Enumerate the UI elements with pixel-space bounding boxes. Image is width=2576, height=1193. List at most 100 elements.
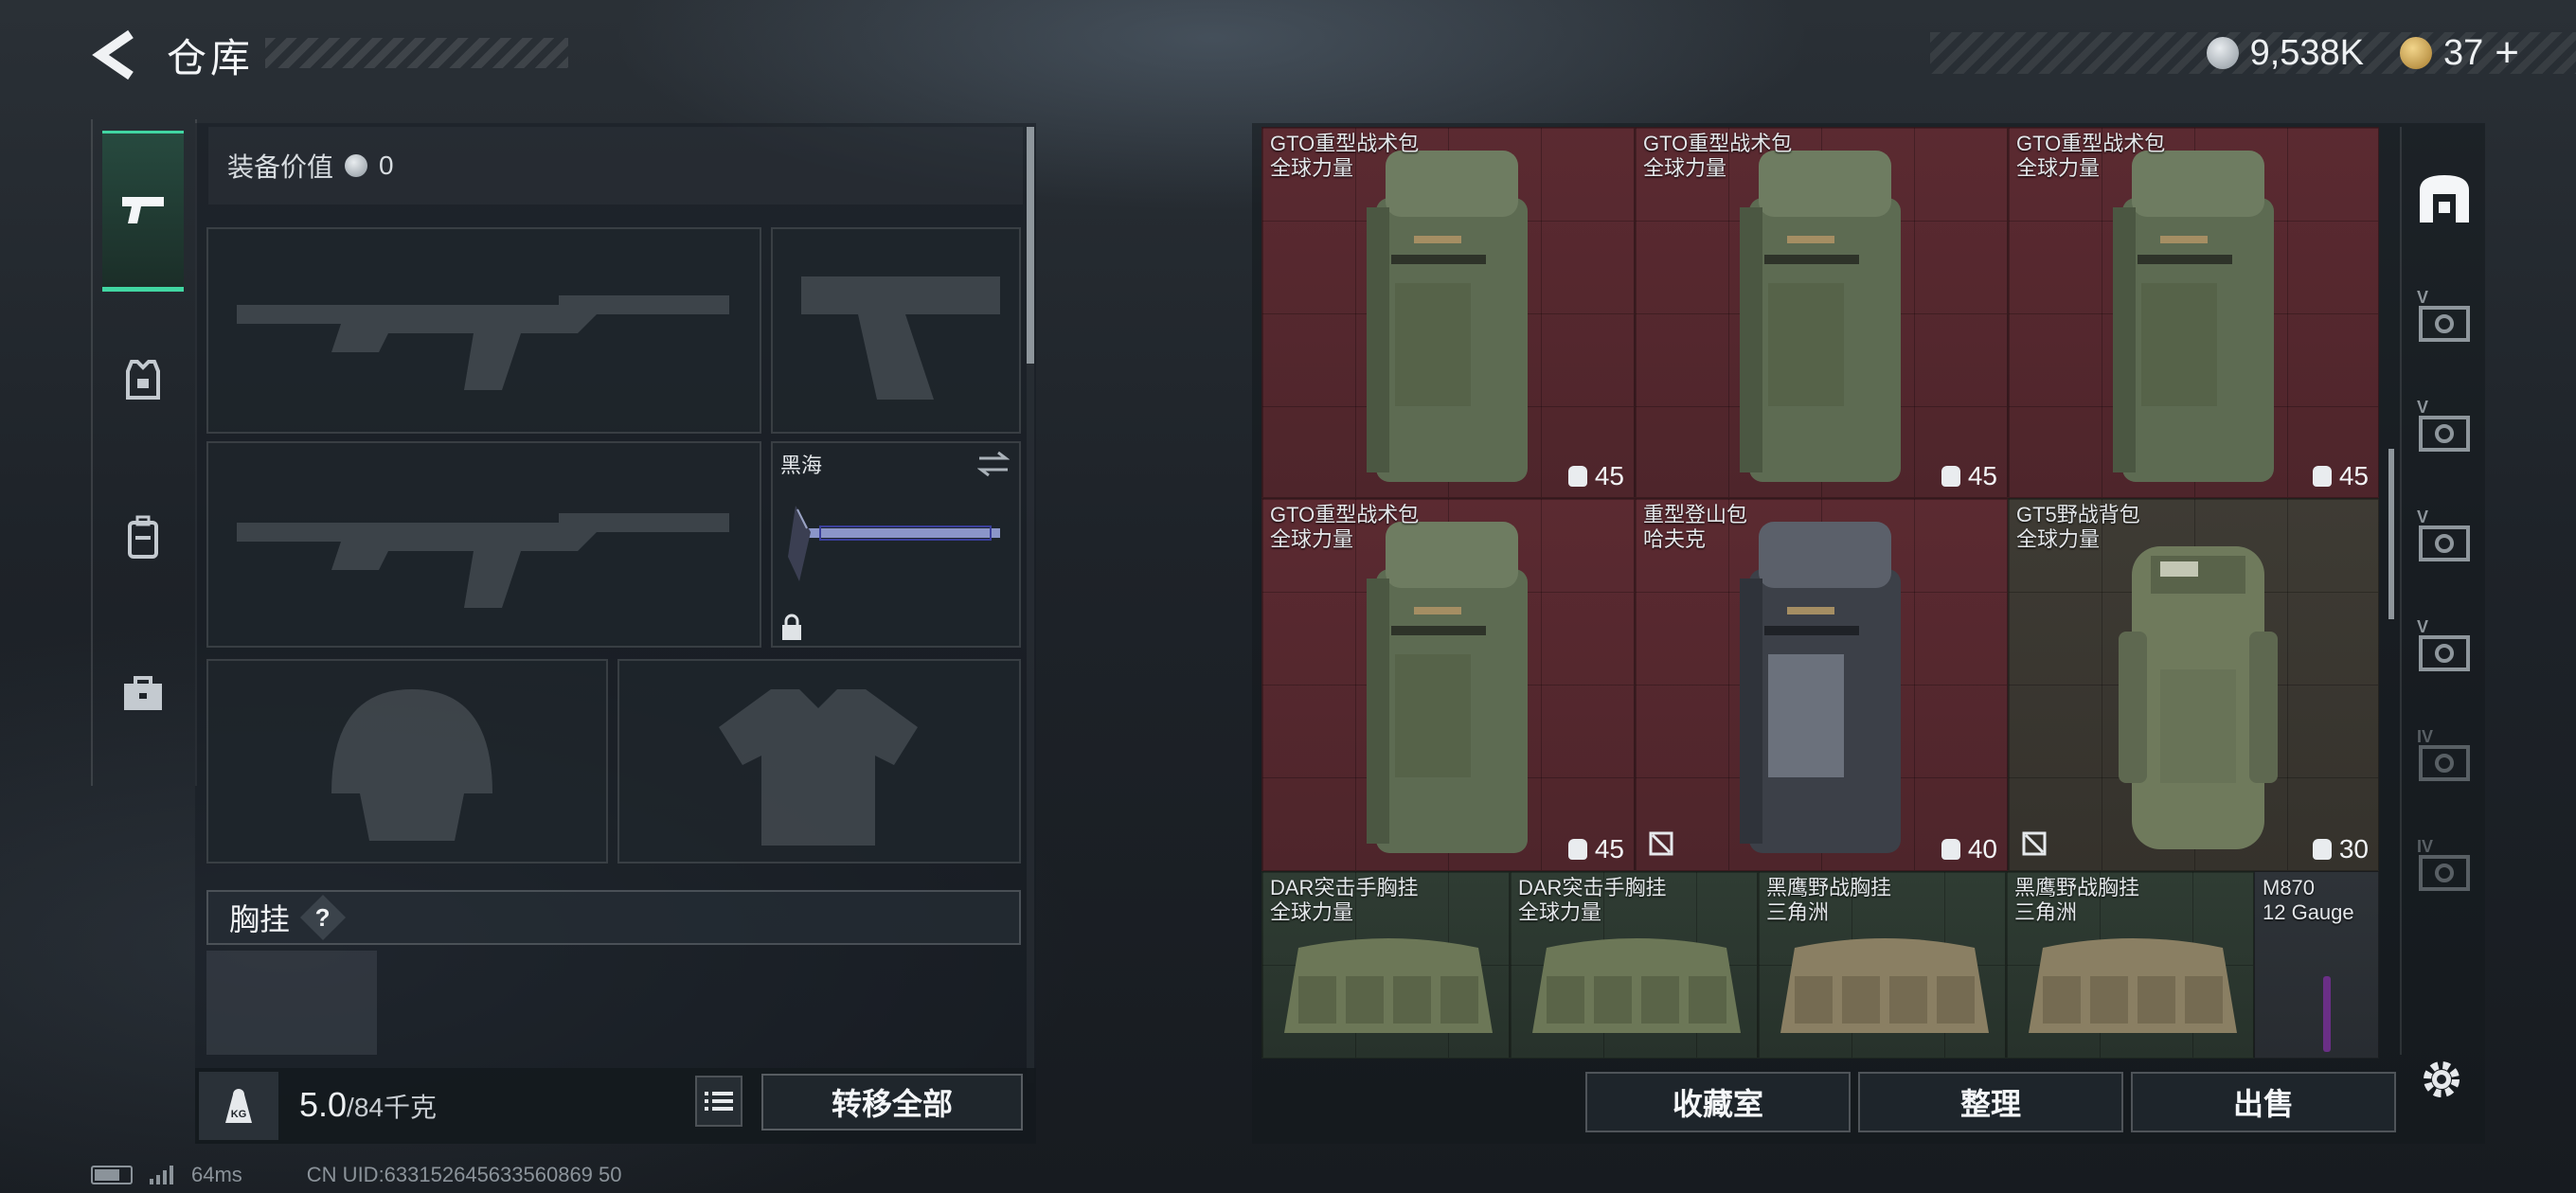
armor-vest-icon (126, 360, 160, 400)
backpack-image-icon (1740, 151, 1901, 482)
equipment-value-row: 装备价值 0 (208, 127, 1023, 205)
shotgun-image-icon (2323, 976, 2331, 1052)
back-arrow-icon[interactable] (91, 28, 138, 81)
storage-scrollbar-thumb[interactable] (2388, 449, 2394, 619)
helmet-slot[interactable] (206, 659, 608, 864)
swap-icon[interactable] (977, 451, 1010, 477)
currency-bar: 9,538K 37 + (1930, 29, 2576, 77)
equipment-value: 0 (379, 151, 394, 180)
storage-item[interactable]: M870 12 Gauge (2254, 871, 2379, 1059)
pistol-silhouette-icon (801, 276, 1000, 400)
storage-item[interactable]: GTO重型战术包 全球力量 45 (1635, 127, 2008, 498)
vest-silhouette-icon (719, 689, 918, 846)
pistol-slot[interactable] (771, 227, 1021, 434)
collection-room-button[interactable]: 收藏室 (1585, 1072, 1851, 1132)
storage-item[interactable]: 重型登山包 哈夫克 40 (1635, 498, 2008, 871)
capacity-icon (1941, 466, 1960, 487)
chest-rig-label: 胸挂 (229, 902, 291, 936)
battery-icon (91, 1166, 133, 1184)
max-weight: /84千克 (347, 1093, 437, 1122)
silver-amount: 9,538K (2249, 32, 2365, 73)
sell-button[interactable]: 出售 (2131, 1072, 2396, 1132)
tab-backpack[interactable] (102, 456, 184, 617)
carry-weight: 5.0/84千克 (299, 1085, 437, 1125)
melee-slot[interactable]: 黑海 (771, 441, 1021, 648)
silver-coin-icon (345, 154, 368, 177)
capacity-icon (1941, 839, 1960, 860)
organize-button[interactable]: 整理 (1858, 1072, 2123, 1132)
tab-safe-box[interactable]: IV (2411, 723, 2478, 799)
storage-item[interactable]: GT5野战背包 全球力量 30 (2008, 498, 2379, 871)
equipment-value-label: 装备价值 (227, 152, 334, 182)
helmet-silhouette-icon (331, 689, 492, 841)
axe-icon (788, 506, 1000, 581)
storage-item[interactable]: GTO重型战术包 全球力量 45 (1261, 498, 1635, 871)
help-icon[interactable]: ? (299, 894, 347, 941)
equipment-scrollbar-thumb[interactable] (1027, 127, 1034, 364)
backpack-image-icon (1740, 522, 1901, 853)
rifle-silhouette-icon (237, 513, 729, 608)
svg-text:KG: KG (231, 1109, 247, 1120)
storage-grid: GTO重型战术包 全球力量 45 GTO重型战术包 全球力量 45 GTO重型战术包… (1261, 127, 2379, 1059)
current-weight: 5.0 (299, 1085, 348, 1124)
equipment-category-tabs (91, 119, 197, 786)
lock-icon (782, 614, 801, 640)
capacity-icon (2312, 839, 2332, 860)
no-insurance-icon (2022, 831, 2047, 861)
storage-item[interactable]: DAR突击手胸挂 全球力量 (1510, 871, 1758, 1059)
storage-icon (2420, 175, 2469, 223)
primary-weapon-slot[interactable] (206, 227, 761, 434)
briefcase-icon (124, 676, 162, 710)
add-currency-button[interactable]: + (2495, 29, 2519, 77)
body-armor-slot[interactable] (617, 659, 1021, 864)
tab-safe-box[interactable]: V (2411, 614, 2478, 689)
top-bar: 仓库 9,538K 37 + (0, 0, 2576, 104)
backpack-icon (128, 515, 158, 559)
transfer-all-button[interactable]: 转移全部 (761, 1074, 1023, 1131)
storage-item[interactable]: 黑鹰野战胸挂 三角洲 (1758, 871, 2006, 1059)
storage-filter-tabs: V V V V IV IV (2400, 127, 2485, 1055)
chest-rig-header[interactable]: 胸挂 ? (206, 890, 1021, 945)
weight-icon: KG (199, 1072, 278, 1140)
tab-case[interactable] (102, 614, 184, 775)
list-view-button[interactable] (695, 1076, 742, 1127)
title-stripe (265, 38, 568, 68)
melee-name: 黑海 (780, 454, 823, 477)
backpack-image-icon (2119, 546, 2278, 849)
tab-safe-box[interactable]: IV (2411, 833, 2478, 909)
ping: 64ms (191, 1163, 242, 1186)
capacity-icon (1567, 466, 1587, 487)
backpack-image-icon (1367, 151, 1528, 482)
rifle-silhouette-icon (237, 295, 729, 390)
backpack-image-icon (1367, 522, 1528, 853)
storage-item[interactable]: DAR突击手胸挂 全球力量 (1261, 871, 1510, 1059)
chest-rig-slot[interactable] (206, 951, 377, 1055)
backpack-image-icon (2113, 151, 2274, 482)
storage-item[interactable]: GTO重型战术包 全球力量 45 (1261, 127, 1635, 498)
storage-item[interactable]: 黑鹰野战胸挂 三角洲 (2006, 871, 2254, 1059)
tab-all-storage[interactable] (2411, 159, 2478, 235)
storage-item[interactable]: GTO重型战术包 全球力量 45 (2008, 127, 2379, 498)
signal-icon (150, 1166, 173, 1184)
gear-icon[interactable] (2411, 1049, 2472, 1110)
user-uid: CN UID:633152645633560869 50 (306, 1163, 622, 1186)
pistol-icon (122, 197, 164, 223)
tab-safe-box[interactable]: V (2411, 284, 2478, 360)
tab-safe-box[interactable]: V (2411, 504, 2478, 579)
status-footer: 64ms CN UID:633152645633560869 50 (91, 1161, 622, 1189)
chest-rig-image-icon (2029, 938, 2237, 1033)
tab-safe-box[interactable]: V (2411, 394, 2478, 470)
capacity-icon (1567, 839, 1587, 860)
secondary-weapon-slot[interactable] (206, 441, 761, 648)
chest-rig-image-icon (1780, 938, 1989, 1033)
capacity-icon (2312, 466, 2332, 487)
silver-coin-icon (2206, 37, 2239, 69)
chest-rig-image-icon (1284, 938, 1493, 1033)
tab-weapons[interactable] (102, 131, 184, 292)
list-icon (705, 1092, 733, 1111)
tab-armor[interactable] (102, 299, 184, 460)
no-insurance-icon (1649, 831, 1673, 861)
page-title: 仓库 (167, 36, 255, 80)
chest-rig-image-icon (1532, 938, 1741, 1033)
gold-coin-icon (2400, 37, 2433, 69)
